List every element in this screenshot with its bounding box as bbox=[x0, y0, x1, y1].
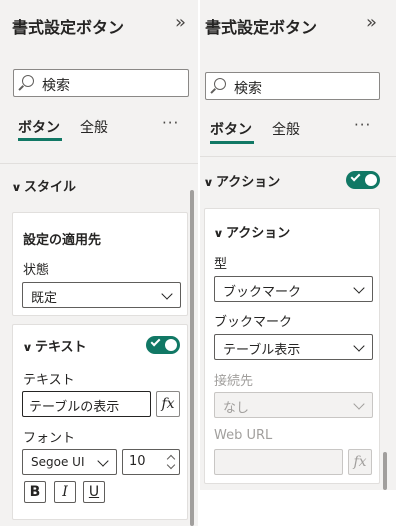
bold-button[interactable]: B bbox=[24, 481, 46, 503]
underline-button[interactable]: U bbox=[83, 481, 105, 503]
format-pane-left: 書式設定ボタン » 検索 ボタン 全般 ··· ∨ スタイル 設定の適用先 状態 … bbox=[0, 0, 198, 526]
action-card: ∨ アクション 型 ブックマーク ブックマーク テーブル表示 接続先 なし Web… bbox=[204, 208, 380, 484]
search-icon bbox=[214, 78, 226, 90]
section-style-header[interactable]: ∨ スタイル bbox=[11, 176, 76, 195]
format-pane-right: 書式設定ボタン » 検索 ボタン 全般 ··· ∨ アクション ∨ アクション 型 … bbox=[200, 0, 396, 490]
apply-card-title: 設定の適用先 bbox=[23, 233, 102, 248]
active-tab-indicator bbox=[18, 138, 62, 141]
font-size-stepper[interactable]: 10 bbox=[122, 449, 180, 475]
tab-general[interactable]: 全般 bbox=[272, 119, 300, 139]
weburl-input[interactable] bbox=[214, 449, 343, 475]
destination-label: 接続先 bbox=[214, 374, 254, 389]
text-section-label: テキスト bbox=[34, 340, 87, 355]
chevron-down-icon bbox=[353, 398, 365, 410]
font-family-value: Segoe UI bbox=[31, 455, 85, 469]
scrollbar[interactable] bbox=[190, 190, 194, 526]
destination-value: なし bbox=[223, 401, 250, 416]
action-card-header[interactable]: ∨ アクション bbox=[213, 222, 291, 241]
action-card-title: アクション bbox=[225, 226, 291, 241]
chevron-down-icon bbox=[353, 282, 365, 294]
text-input-value: テーブルの表示 bbox=[29, 400, 120, 415]
text-label: テキスト bbox=[23, 373, 75, 388]
chevron-down-icon: ∨ bbox=[203, 176, 214, 189]
weburl-label: Web URL bbox=[214, 428, 273, 443]
pane-title: 書式設定ボタン bbox=[205, 18, 318, 37]
divider bbox=[0, 163, 198, 164]
expand-pane-icon[interactable]: » bbox=[366, 12, 377, 33]
type-value: ブックマーク bbox=[223, 285, 302, 300]
toggle-knob bbox=[365, 174, 377, 186]
check-icon bbox=[150, 336, 161, 347]
font-size-value: 10 bbox=[129, 454, 146, 469]
more-options-icon[interactable]: ··· bbox=[162, 114, 179, 132]
bookmark-value: テーブル表示 bbox=[223, 343, 301, 358]
tab-general[interactable]: 全般 bbox=[80, 117, 108, 137]
pane-title: 書式設定ボタン bbox=[12, 18, 125, 37]
text-section-header[interactable]: ∨ テキスト bbox=[22, 336, 87, 355]
font-family-dropdown[interactable]: Segoe UI bbox=[22, 449, 117, 475]
text-toggle[interactable] bbox=[146, 336, 180, 354]
action-toggle[interactable] bbox=[346, 171, 380, 189]
destination-dropdown[interactable]: なし bbox=[214, 392, 373, 418]
divider bbox=[200, 156, 396, 157]
text-card: ∨ テキスト テキスト テーブルの表示 fx フォント Segoe UI 10 B… bbox=[12, 324, 188, 520]
search-input[interactable]: 検索 bbox=[205, 72, 380, 100]
bookmark-label: ブックマーク bbox=[214, 315, 293, 330]
section-action-label: アクション bbox=[215, 175, 281, 190]
check-icon bbox=[350, 171, 361, 182]
fx-button[interactable]: fx bbox=[348, 449, 372, 475]
more-options-icon[interactable]: ··· bbox=[354, 116, 371, 134]
toggle-knob bbox=[165, 339, 177, 351]
type-label: 型 bbox=[214, 257, 228, 272]
scrollbar[interactable] bbox=[383, 452, 387, 490]
text-input[interactable]: テーブルの表示 bbox=[22, 391, 151, 417]
font-label: フォント bbox=[23, 431, 76, 446]
section-action-header[interactable]: ∨ アクション bbox=[203, 171, 281, 190]
state-label: 状態 bbox=[23, 263, 50, 278]
state-dropdown[interactable]: 既定 bbox=[22, 282, 181, 308]
active-tab-indicator bbox=[210, 141, 254, 144]
tab-button[interactable]: ボタン bbox=[18, 117, 60, 137]
search-placeholder: 検索 bbox=[42, 78, 70, 94]
chevron-down-icon: ∨ bbox=[22, 341, 33, 354]
bookmark-dropdown[interactable]: テーブル表示 bbox=[214, 334, 373, 360]
search-icon bbox=[22, 75, 34, 87]
expand-pane-icon[interactable]: » bbox=[175, 12, 186, 33]
chevron-down-icon: ∨ bbox=[213, 227, 224, 240]
chevron-down-icon bbox=[353, 340, 365, 352]
chevron-down-icon[interactable] bbox=[166, 460, 176, 470]
type-dropdown[interactable]: ブックマーク bbox=[214, 276, 373, 302]
chevron-down-icon bbox=[161, 288, 173, 300]
chevron-down-icon: ∨ bbox=[11, 181, 22, 194]
search-input[interactable]: 検索 bbox=[13, 69, 189, 97]
apply-settings-card: 設定の適用先 状態 既定 bbox=[12, 212, 188, 316]
section-style-label: スタイル bbox=[23, 180, 76, 195]
state-value: 既定 bbox=[31, 291, 58, 306]
tab-button[interactable]: ボタン bbox=[210, 119, 252, 139]
italic-button[interactable]: I bbox=[54, 481, 76, 503]
search-placeholder: 検索 bbox=[234, 81, 262, 97]
fx-button[interactable]: fx bbox=[156, 391, 180, 417]
chevron-down-icon bbox=[97, 455, 109, 467]
